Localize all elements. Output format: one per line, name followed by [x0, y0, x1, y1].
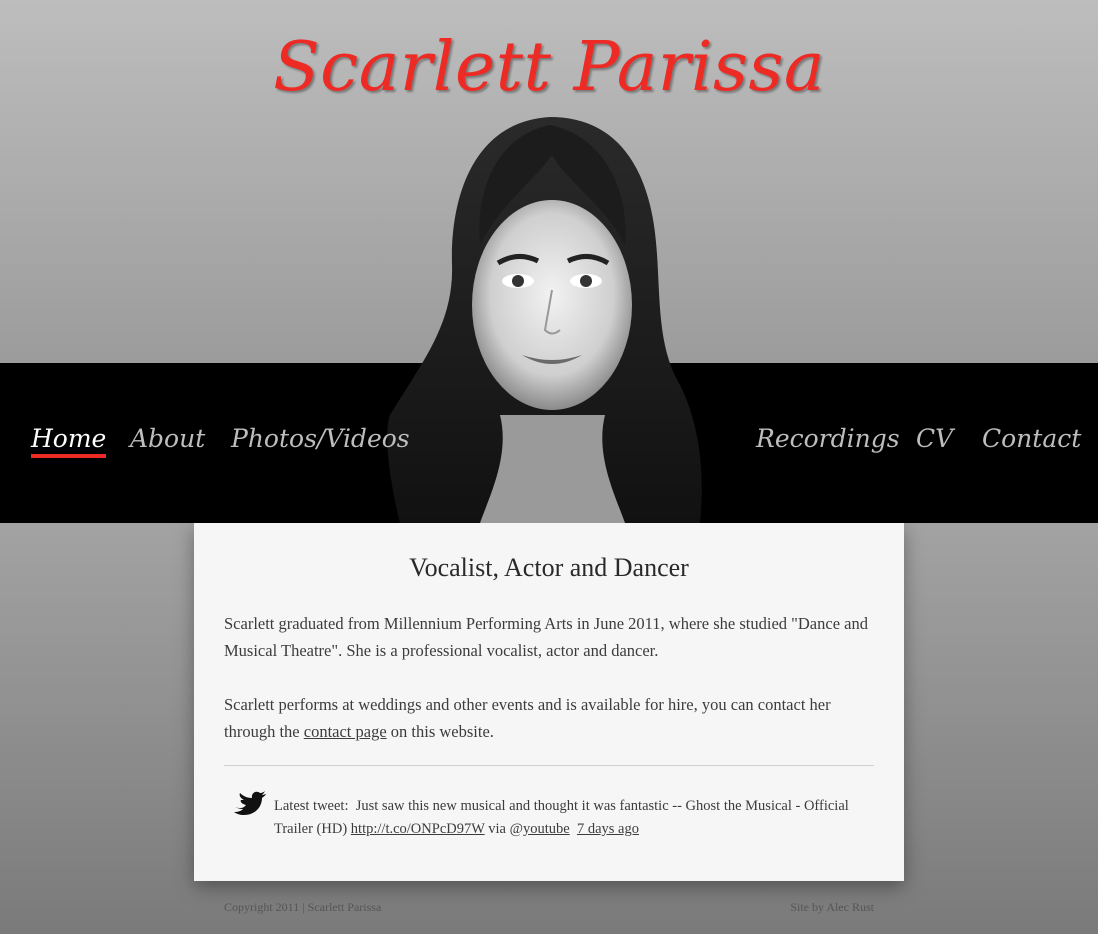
- page-heading: Vocalist, Actor and Dancer: [409, 553, 689, 582]
- nav-recordings[interactable]: Recordings: [756, 424, 900, 453]
- nav-contact[interactable]: Contact: [982, 424, 1081, 453]
- tweet-link[interactable]: http://t.co/ONPcD97W: [351, 821, 485, 837]
- tweet-via: via @: [488, 821, 523, 837]
- twitter-bird-icon: [234, 791, 266, 815]
- content-panel: Vocalist, Actor and Dancer Scarlett grad…: [194, 523, 904, 881]
- hire-paragraph: Scarlett performs at weddings and other …: [224, 691, 879, 745]
- tweet-label: Latest tweet:: [274, 798, 349, 814]
- site-title: Scarlett Parissa: [273, 28, 825, 107]
- tweet-time-link[interactable]: 7 days ago: [577, 821, 639, 837]
- contact-page-link[interactable]: contact page: [304, 722, 387, 741]
- nav-cv[interactable]: CV: [916, 424, 953, 453]
- nav-home[interactable]: Home: [31, 424, 106, 458]
- footer-copyright: Copyright 2011 | Scarlett Parissa: [224, 900, 382, 914]
- nav-about[interactable]: About: [130, 424, 205, 453]
- intro-paragraph: Scarlett graduated from Millennium Perfo…: [224, 614, 868, 660]
- portrait-image: [387, 117, 702, 523]
- latest-tweet: Latest tweet: Just saw this new musical …: [274, 795, 864, 841]
- nav-photos-videos[interactable]: Photos/Videos: [231, 424, 410, 453]
- footer-credit: Site by Alec Rust: [790, 900, 874, 914]
- divider: [224, 765, 874, 766]
- hire-text-after: on this website.: [386, 722, 494, 741]
- tweet-handle-link[interactable]: youtube: [523, 821, 570, 837]
